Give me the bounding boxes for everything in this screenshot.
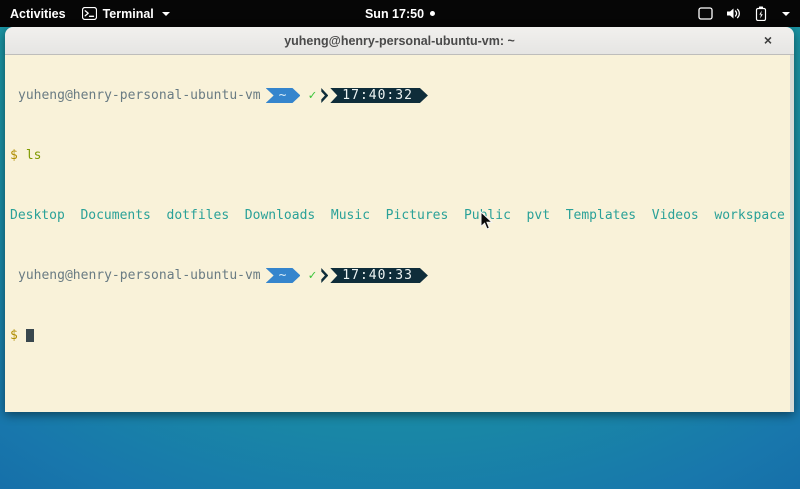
display-icon <box>698 7 713 20</box>
notification-dot-icon <box>430 11 435 16</box>
app-menu-terminal[interactable]: Terminal <box>82 7 170 21</box>
system-status-menu[interactable] <box>698 6 800 21</box>
gnome-top-bar: Activities Terminal Sun 17:50 <box>0 0 800 27</box>
clock-label: Sun 17:50 <box>365 7 424 21</box>
command-line: $ ls <box>10 148 794 163</box>
close-icon[interactable]: × <box>759 31 777 49</box>
terminal-window: yuheng@henry-personal-ubuntu-vm: ~ × yuh… <box>5 27 794 412</box>
prompt-symbol: $ <box>10 328 18 343</box>
prompt-user: yuheng@henry-personal-ubuntu-vm <box>18 268 261 283</box>
app-menu-label: Terminal <box>103 7 154 21</box>
text-cursor <box>26 329 34 342</box>
activities-button[interactable]: Activities <box>10 7 66 21</box>
current-input-line: $ <box>10 328 794 343</box>
powerline-cwd-segment: ~ <box>266 88 301 103</box>
chevron-down-icon <box>782 12 790 16</box>
prompt-line-1: yuheng@henry-personal-ubuntu-vm ~ ✓ 17:40:3… <box>10 88 794 103</box>
powerline-time-segment: 17:40:32 <box>330 88 428 103</box>
clock-menu[interactable]: Sun 17:50 <box>365 7 435 21</box>
powerline-cwd-segment: ~ <box>266 268 301 283</box>
battery-charging-icon <box>755 6 767 21</box>
terminal-scrollbar[interactable] <box>790 55 794 412</box>
command-text: ls <box>26 148 42 163</box>
prompt-line-2: yuheng@henry-personal-ubuntu-vm ~ ✓ 17:40:3… <box>10 268 794 283</box>
prompt-symbol: $ <box>10 148 18 163</box>
status-ok-icon: ✓ <box>308 88 316 103</box>
powerline-separator-icon <box>321 88 328 103</box>
window-title: yuheng@henry-personal-ubuntu-vm: ~ <box>284 34 515 48</box>
powerline-time-segment: 17:40:33 <box>330 268 428 283</box>
ls-output: Desktop Documents dotfiles Downloads Mus… <box>10 208 794 223</box>
terminal-content-area[interactable]: yuheng@henry-personal-ubuntu-vm ~ ✓ 17:40:3… <box>5 55 794 412</box>
mouse-pointer-icon <box>480 211 493 231</box>
status-ok-icon: ✓ <box>308 268 316 283</box>
chevron-down-icon <box>162 12 170 16</box>
prompt-user: yuheng@henry-personal-ubuntu-vm <box>18 88 261 103</box>
terminal-titlebar[interactable]: yuheng@henry-personal-ubuntu-vm: ~ × <box>5 27 794 55</box>
desktop-background: Activities Terminal Sun 17:50 <box>0 0 800 489</box>
terminal-app-icon <box>82 7 97 20</box>
volume-icon <box>726 7 742 20</box>
powerline-separator-icon <box>321 268 328 283</box>
